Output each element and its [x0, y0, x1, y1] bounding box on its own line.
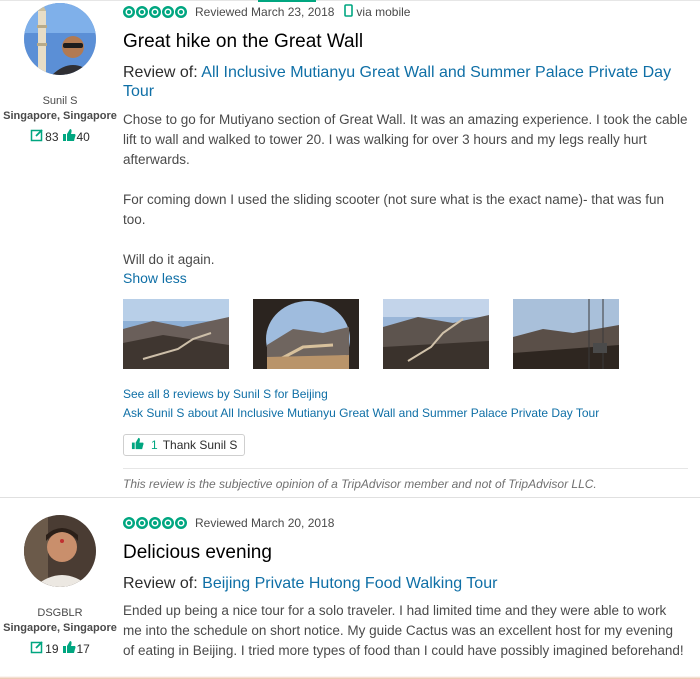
review-paragraph: Chose to go for Mutiyano section of Grea…	[123, 112, 688, 167]
rating-bubble-icon	[175, 6, 187, 18]
mobile-phone-icon	[344, 4, 354, 20]
review-body: Reviewed March 20, 2018 Delicious evenin…	[123, 515, 688, 661]
review-photos	[123, 299, 688, 369]
reviewer-contributions: 19 17	[0, 640, 120, 657]
rating-row: Reviewed March 20, 2018	[123, 515, 688, 531]
helpful-votes-count: 40	[76, 129, 90, 144]
review-text: Ended up being a nice tour for a solo tr…	[123, 603, 684, 658]
thank-label: Thank Sunil S	[162, 438, 238, 452]
helpful-votes-icon	[62, 128, 76, 145]
review-of: Review of: Beijing Private Hutong Food W…	[123, 574, 688, 593]
reviewer-name[interactable]: Sunil S	[0, 95, 120, 107]
see-all-reviews-link[interactable]: See all 8 reviews by Sunil S for Beijing	[123, 385, 688, 404]
via-mobile-label: via mobile	[356, 5, 411, 19]
rating-bubbles	[123, 6, 187, 18]
rating-bubble-icon	[123, 6, 135, 18]
review-photo[interactable]	[253, 299, 359, 369]
helpful-votes-icon	[62, 640, 76, 657]
thank-button[interactable]: 1 Thank Sunil S	[123, 434, 246, 456]
review-disclaimer: This review is the subjective opinion of…	[123, 468, 688, 491]
review-links: See all 8 reviews by Sunil S for Beijing…	[123, 385, 688, 423]
member-info: DSGBLR Singapore, Singapore 19 17	[0, 515, 120, 657]
rating-bubbles	[123, 517, 187, 529]
reviewer-name[interactable]: DSGBLR	[0, 607, 120, 619]
member-info: Sunil S Singapore, Singapore 83 40	[0, 3, 120, 145]
review-photo[interactable]	[123, 299, 229, 369]
review-of-label: Review of:	[123, 575, 198, 592]
rating-bubble-icon	[149, 6, 161, 18]
rating-bubble-icon	[149, 517, 161, 529]
reviewer-location: Singapore, Singapore	[3, 110, 117, 122]
rating-bubble-icon	[123, 517, 135, 529]
review-text: Chose to go for Mutiyano section of Grea…	[123, 110, 688, 270]
avatar[interactable]	[24, 3, 96, 75]
rating-bubble-icon	[175, 517, 187, 529]
review-photo[interactable]	[383, 299, 489, 369]
review-count-icon	[30, 128, 44, 145]
review-of-link[interactable]: Beijing Private Hutong Food Walking Tour	[202, 575, 497, 592]
thank-count: 1	[151, 438, 158, 452]
review-count: 83	[45, 129, 59, 144]
review-of: Review of: All Inclusive Mutianyu Great …	[123, 63, 688, 101]
reviewer-location: Singapore, Singapore	[3, 622, 117, 634]
avatar[interactable]	[24, 515, 96, 587]
thumbs-up-icon	[131, 437, 144, 453]
rating-row: Reviewed March 23, 2018 via mobile	[123, 4, 688, 20]
review-of-link[interactable]: All Inclusive Mutianyu Great Wall and Su…	[123, 64, 671, 100]
review-count: 19	[45, 641, 59, 656]
rating-bubble-icon	[136, 517, 148, 529]
review-of-label: Review of:	[123, 64, 198, 81]
review-photo[interactable]	[513, 299, 619, 369]
review-title[interactable]: Delicious evening	[123, 542, 688, 564]
review-date: Reviewed March 20, 2018	[195, 516, 335, 530]
reviewer-contributions: 83 40	[0, 128, 120, 145]
rating-bubble-icon	[136, 6, 148, 18]
ask-reviewer-link[interactable]: Ask Sunil S about All Inclusive Mutianyu…	[123, 404, 688, 423]
helpful-votes-count: 17	[76, 641, 90, 656]
rating-bubble-icon	[162, 517, 174, 529]
review-title[interactable]: Great hike on the Great Wall	[123, 31, 688, 53]
show-less-link[interactable]: Show less	[123, 270, 688, 286]
review-count-icon	[30, 640, 44, 657]
via-mobile: via mobile	[344, 4, 410, 20]
review-date: Reviewed March 23, 2018	[195, 5, 335, 19]
review-paragraph: Will do it again.	[123, 252, 215, 267]
rating-bubble-icon	[162, 6, 174, 18]
review-card: Sunil S Singapore, Singapore 83 40 Revie…	[0, 0, 700, 498]
review-paragraph: For coming down I used the sliding scoot…	[123, 192, 665, 227]
review-card: DSGBLR Singapore, Singapore 19 17 Review…	[0, 498, 700, 679]
review-body: Reviewed March 23, 2018 via mobile Great…	[123, 4, 688, 491]
